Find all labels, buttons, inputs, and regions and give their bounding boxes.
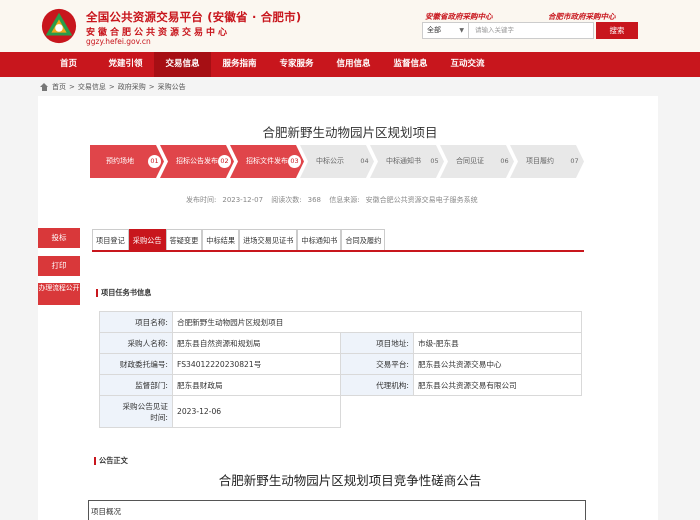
notice-tabs: 项目登记 采购公告 答疑变更 中标结果 进场交易见证书 中标通知书 合同及履约 <box>92 229 584 252</box>
table-row: 采购人名称: 肥东县自然资源和规划局 项目地址: 市级-肥东县 <box>99 332 582 354</box>
step-5: 中标通知书 05 <box>370 145 444 178</box>
table-row: 监督部门: 肥东县财政局 代理机构: 肥东县公共资源交易有限公司 <box>99 374 582 396</box>
chevron-down-icon: ▼ <box>459 27 464 34</box>
tab-project-registration[interactable]: 项目登记 <box>92 229 129 250</box>
step-label: 项目履约 <box>526 157 554 165</box>
site-logo[interactable] <box>40 7 78 45</box>
table-row: 采购公告见证 时间: 2023-12-06 <box>99 395 582 428</box>
site-header: 全国公共资源交易平台 (安徽省 · 合肥市) 安徽合肥公共资源交易中心 ggzy… <box>0 0 700 52</box>
nav-trade-info[interactable]: 交易信息 <box>154 52 211 77</box>
fiscal-code-key: 财政委托编号: <box>99 353 173 375</box>
table-row: 财政委托编号: FS34012220230821号 交易平台: 肥东县公共资源交… <box>99 353 582 375</box>
view-count: 368 <box>307 196 322 204</box>
site-title: 全国公共资源交易平台 (安徽省 · 合肥市) <box>86 10 302 24</box>
project-name-value: 合肥新野生动物园片区规划项目 <box>172 311 582 333</box>
step-3: 招标文件发布 03 <box>230 145 304 178</box>
tab-procurement-notice[interactable]: 采购公告 <box>128 229 166 250</box>
section-bar <box>94 457 96 465</box>
print-button[interactable]: 打印 <box>38 256 80 276</box>
nav-party[interactable]: 党建引领 <box>97 52 154 77</box>
publish-time: 2023-12-07 <box>222 196 264 204</box>
views-label: 阅读次数: <box>271 196 302 204</box>
platform-key: 交易平台: <box>340 353 414 375</box>
breadcrumb: 首页 > 交易信息 > 政府采购 > 采购公告 <box>40 82 186 92</box>
process-disclosure-button[interactable]: 办理流程公开 <box>38 283 80 305</box>
search-scope-value: 全部 <box>427 26 441 34</box>
table-row: 项目名称: 合肥新野生动物园片区规划项目 <box>99 311 582 333</box>
step-4: 中标公示 04 <box>300 145 374 178</box>
main-nav: 首页 党建引领 交易信息 服务指南 专家服务 信用信息 监督信息 互动交流 <box>0 52 700 77</box>
notice-title: 合肥新野生动物园片区规划项目竞争性磋商公告 <box>218 473 482 488</box>
notice-heading: 公告正文 <box>94 456 128 466</box>
publish-meta: 发布时间: 2023-12-07 阅读次数: 368 信息来源: 安徽合肥公共资源交易… <box>186 195 484 205</box>
step-number: 07 <box>570 157 579 165</box>
search-button[interactable]: 搜索 <box>596 22 638 39</box>
site-url: ggzy.hefei.gov.cn <box>86 37 151 46</box>
tab-trade-certificate[interactable]: 进场交易见证书 <box>239 229 298 250</box>
nav-expert-service[interactable]: 专家服务 <box>268 52 325 77</box>
address-value: 市级-肥东县 <box>413 332 582 354</box>
tab-award-notice[interactable]: 中标通知书 <box>297 229 342 250</box>
source-label: 信息来源: <box>329 196 360 204</box>
nav-home[interactable]: 首页 <box>40 52 97 77</box>
step-7: 项目履约 07 <box>510 145 584 178</box>
breadcrumb-procurement-notice[interactable]: 采购公告 <box>158 82 186 92</box>
step-6: 合同见证 06 <box>440 145 514 178</box>
publish-time-label: 发布时间: <box>186 196 217 204</box>
tab-award-result[interactable]: 中标结果 <box>202 229 240 250</box>
hefei-procurement-link[interactable]: 合肥市政府采购中心 <box>548 11 616 22</box>
bid-button[interactable]: 投标 <box>38 228 80 248</box>
step-2: 招标公告发布 02 <box>160 145 234 178</box>
project-overview-label: 项目概况 <box>91 507 121 516</box>
step-label: 中标公示 <box>316 157 344 165</box>
nav-interaction[interactable]: 互动交流 <box>439 52 496 77</box>
process-steps: 预约场地 01 招标公告发布 02 招标文件发布 03 中标公示 04 中标通知… <box>90 145 584 178</box>
step-label: 招标公告发布 <box>176 157 218 165</box>
step-1: 预约场地 01 <box>90 145 164 178</box>
section-bar <box>96 289 98 297</box>
address-key: 项目地址: <box>340 332 414 354</box>
project-name-key: 项目名称: <box>99 311 173 333</box>
breadcrumb-gov-procurement[interactable]: 政府采购 <box>118 82 146 92</box>
fiscal-code-value: FS34012220230821号 <box>172 353 341 375</box>
witness-time-key: 采购公告见证 时间: <box>99 395 173 428</box>
task-info-label: 项目任务书信息 <box>101 288 152 297</box>
task-info-table: 项目名称: 合肥新野生动物园片区规划项目 采购人名称: 肥东县自然资源和规划局 … <box>99 311 582 428</box>
buyer-key: 采购人名称: <box>99 332 173 354</box>
tab-qa-changes[interactable]: 答疑变更 <box>165 229 203 250</box>
step-label: 招标文件发布 <box>246 157 288 165</box>
notice-label: 公告正文 <box>99 456 128 465</box>
nav-supervision[interactable]: 监督信息 <box>382 52 439 77</box>
step-label: 合同见证 <box>456 157 484 165</box>
step-label: 中标通知书 <box>386 157 421 165</box>
breadcrumb-home[interactable]: 首页 <box>52 82 66 92</box>
task-info-heading: 项目任务书信息 <box>96 288 151 298</box>
buyer-value: 肥东县自然资源和规划局 <box>172 332 341 354</box>
home-icon <box>40 83 49 91</box>
anhui-procurement-link[interactable]: 安徽省政府采购中心 <box>425 11 493 22</box>
step-label: 预约场地 <box>106 157 134 165</box>
project-title: 合肥新野生动物园片区规划项目 <box>262 125 438 140</box>
info-source: 安徽合肥公共资源交易电子服务系统 <box>365 196 478 204</box>
tab-contract[interactable]: 合同及履约 <box>341 229 386 250</box>
platform-value: 肥东县公共资源交易中心 <box>413 353 582 375</box>
supervisor-key: 监督部门: <box>99 374 173 396</box>
search-bar: 全部 ▼ 请输入关键字 <box>422 22 594 39</box>
search-input[interactable]: 请输入关键字 <box>469 23 593 38</box>
project-overview-box: 项目概况 <box>88 500 586 520</box>
witness-time-value: 2023-12-06 <box>172 395 341 428</box>
nav-credit-info[interactable]: 信用信息 <box>325 52 382 77</box>
search-scope-select[interactable]: 全部 ▼ <box>423 23 469 38</box>
supervisor-value: 肥东县财政局 <box>172 374 341 396</box>
breadcrumb-trade-info[interactable]: 交易信息 <box>78 82 106 92</box>
agent-key: 代理机构: <box>340 374 414 396</box>
agent-value: 肥东县公共资源交易有限公司 <box>413 374 582 396</box>
nav-service-guide[interactable]: 服务指南 <box>211 52 268 77</box>
